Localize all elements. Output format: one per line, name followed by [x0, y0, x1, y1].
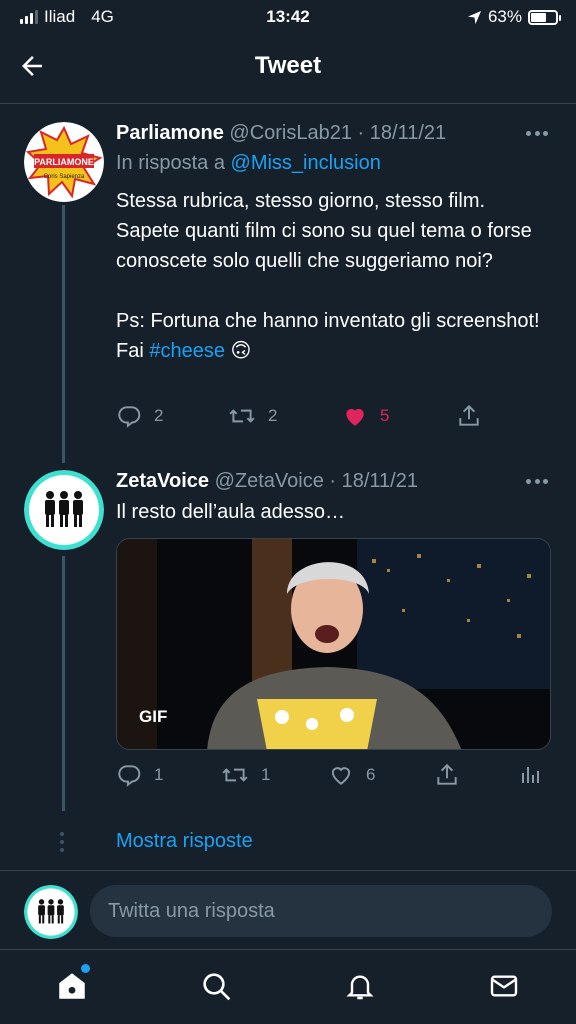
- tweet2-actions: 1 1 6: [116, 762, 546, 792]
- tweet1-reply-button[interactable]: 2: [116, 403, 163, 429]
- home-icon: [59, 973, 85, 999]
- heart-icon: [331, 767, 351, 785]
- tab-home[interactable]: [52, 964, 92, 1006]
- tweet1-retweet-count: 2: [268, 406, 278, 425]
- search-icon: [203, 973, 231, 1001]
- avatar-zetavoice[interactable]: [24, 470, 104, 550]
- gif-image: [117, 539, 550, 749]
- tweet2-retweet-button[interactable]: 1: [221, 762, 270, 788]
- tweet2-date: · 18/11/21: [329, 470, 418, 492]
- zetavoice-logo: [24, 470, 104, 550]
- tweet1-handle[interactable]: @CorisLab21: [229, 122, 352, 144]
- tweet1-like-count: 5: [380, 406, 390, 425]
- tweet2-retweet-count: 1: [261, 765, 271, 784]
- tab-messages[interactable]: [484, 966, 524, 1006]
- status-right: 63%: [467, 7, 561, 27]
- hashtag-link[interactable]: #cheese: [149, 340, 225, 362]
- reply-icon: [118, 406, 141, 428]
- tweet1-reply-to: In risposta a @Miss_inclusion: [116, 152, 381, 175]
- tweet2-like-count: 6: [366, 765, 376, 784]
- battery-percent: 63%: [487, 7, 522, 26]
- retweet-icon: [229, 409, 255, 423]
- battery-icon: [528, 9, 561, 25]
- tweet2-author-name[interactable]: ZetaVoice: [116, 470, 209, 492]
- tweet2-like-button[interactable]: 6: [328, 762, 375, 788]
- status-bar: Iliad 4G 13:42 63%: [0, 0, 576, 34]
- reply-input[interactable]: [90, 885, 552, 937]
- bottom-tab-bar: [0, 950, 576, 1024]
- tweet1-header: Parliamone @CorisLab21 · 18/11/21: [116, 122, 446, 145]
- bell-icon: [346, 975, 374, 1000]
- reply-icon: [118, 765, 141, 787]
- tweet2-text: Il resto dell’aula adesso…: [116, 501, 346, 523]
- reply-prefix: In risposta a: [116, 152, 231, 174]
- reply-to-link[interactable]: @Miss_inclusion: [231, 152, 381, 174]
- gif-media[interactable]: GIF: [116, 538, 551, 750]
- share-icon: [437, 763, 457, 785]
- avatar-parliamone[interactable]: PARLIAMONE Coris Sapienza: [24, 122, 104, 202]
- tweet1-share-button[interactable]: [456, 403, 482, 429]
- tweet2-reply-button[interactable]: 1: [116, 762, 163, 788]
- tweet1-date: · 18/11/21: [357, 122, 447, 144]
- zetavoice-logo-small: [24, 885, 78, 939]
- share-icon: [459, 404, 479, 426]
- retweet-icon: [222, 768, 248, 782]
- reply-composer: [0, 870, 576, 950]
- tweet2-more-button[interactable]: [526, 479, 548, 484]
- tab-search[interactable]: [196, 966, 236, 1006]
- emoji: 🙃: [224, 340, 252, 362]
- show-replies-link[interactable]: Mostra risposte: [116, 830, 253, 853]
- tweet2-share-button[interactable]: [434, 762, 460, 788]
- analytics-icon: [522, 767, 539, 783]
- heart-icon: [346, 408, 364, 426]
- tweet2-handle[interactable]: @ZetaVoice: [215, 470, 324, 492]
- thread-continuation-dots: [60, 832, 64, 852]
- tweet1-retweet-button[interactable]: 2: [228, 403, 277, 429]
- gif-badge: GIF: [139, 707, 168, 726]
- tweet2-header: ZetaVoice @ZetaVoice · 18/11/21: [116, 470, 418, 493]
- tab-notifications[interactable]: [340, 966, 380, 1006]
- mail-icon: [490, 975, 518, 997]
- logo-title: PARLIAMONE: [34, 157, 94, 167]
- thread-line: [62, 205, 65, 463]
- composer-avatar[interactable]: [24, 885, 78, 939]
- tweet1-reply-count: 2: [154, 406, 164, 425]
- logo-subtitle: Coris Sapienza: [44, 174, 85, 180]
- tweet2-analytics-button[interactable]: [518, 762, 542, 788]
- parliamone-logo: PARLIAMONE Coris Sapienza: [24, 122, 104, 202]
- home-notification-dot: [81, 964, 90, 973]
- thread-line-2: [62, 556, 65, 811]
- tweet1-more-button[interactable]: [526, 131, 548, 136]
- tweet1-actions: 2 2 5: [116, 403, 496, 433]
- tweet1-text: Stessa rubrica, stesso giorno, stesso fi…: [116, 186, 556, 366]
- tweet1-author-name[interactable]: Parliamone: [116, 122, 224, 144]
- location-icon: [467, 10, 482, 24]
- page-title: Tweet: [254, 52, 322, 79]
- header: Tweet: [0, 34, 576, 104]
- tweet1-like-button[interactable]: 5: [342, 403, 389, 429]
- tweet2-reply-count: 1: [154, 765, 164, 784]
- tweet1-body: Stessa rubrica, stesso giorno, stesso fi…: [116, 190, 540, 362]
